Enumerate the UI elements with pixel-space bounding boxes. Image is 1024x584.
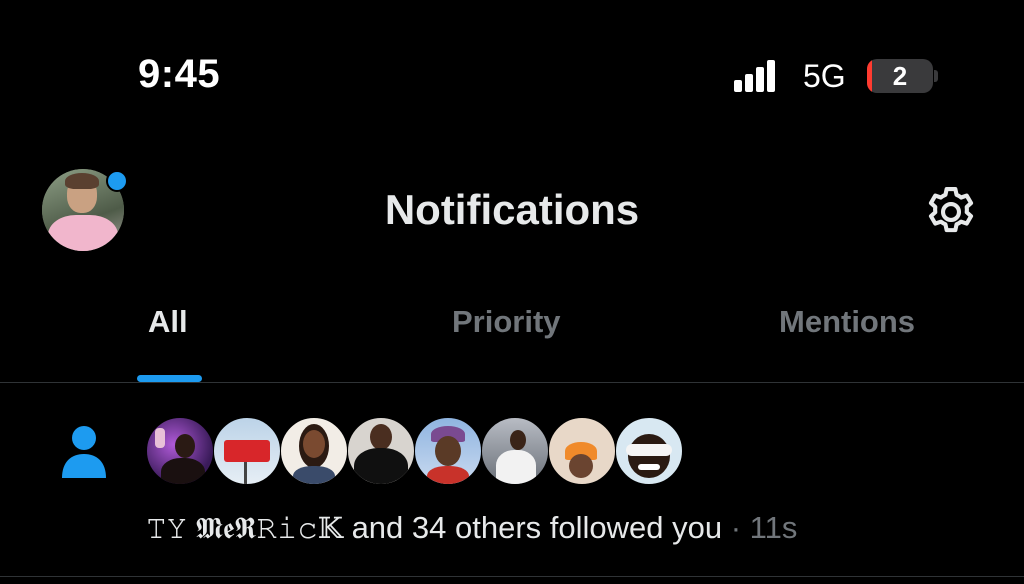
- notification-separator: ·: [722, 510, 750, 545]
- active-tab-indicator: [137, 375, 202, 382]
- follower-avatar[interactable]: [414, 417, 482, 485]
- tab-mentions[interactable]: Mentions: [779, 304, 915, 340]
- network-type: 5G: [803, 58, 846, 94]
- notification-text[interactable]: 𝚃𝚈 𝕸𝖊𝕽𝚁𝚒𝚌𝕂 and 34 others followed you · …: [146, 510, 797, 546]
- battery-percentage: 2: [892, 61, 908, 91]
- battery-icon: 2: [867, 59, 933, 93]
- follower-avatar[interactable]: [213, 417, 281, 485]
- notification-divider: [0, 576, 1024, 577]
- tabs-divider: [0, 382, 1024, 383]
- page-title: Notifications: [384, 186, 640, 233]
- notifications-screen: 9:45 5G 2 Notifications All Priority Men…: [0, 0, 1024, 584]
- status-time: 9:45: [138, 52, 221, 96]
- follower-avatar[interactable]: [146, 417, 214, 485]
- follower-avatar[interactable]: [548, 417, 616, 485]
- person-icon: [62, 426, 106, 478]
- follower-avatar[interactable]: [347, 417, 415, 485]
- notification-message: and 34 others followed you: [342, 510, 723, 545]
- battery-tip: [934, 70, 938, 82]
- tab-priority[interactable]: Priority: [452, 304, 561, 340]
- follower-avatar[interactable]: [280, 417, 348, 485]
- gear-icon[interactable]: [922, 183, 980, 241]
- cellular-signal-icon: [734, 60, 775, 92]
- follower-name[interactable]: 𝚃𝚈 𝕸𝖊𝕽𝚁𝚒𝚌𝕂: [146, 511, 343, 545]
- notification-time: 11s: [749, 510, 798, 545]
- tab-all[interactable]: All: [148, 304, 188, 340]
- follower-avatar[interactable]: [615, 417, 683, 485]
- follower-avatar[interactable]: [481, 417, 549, 485]
